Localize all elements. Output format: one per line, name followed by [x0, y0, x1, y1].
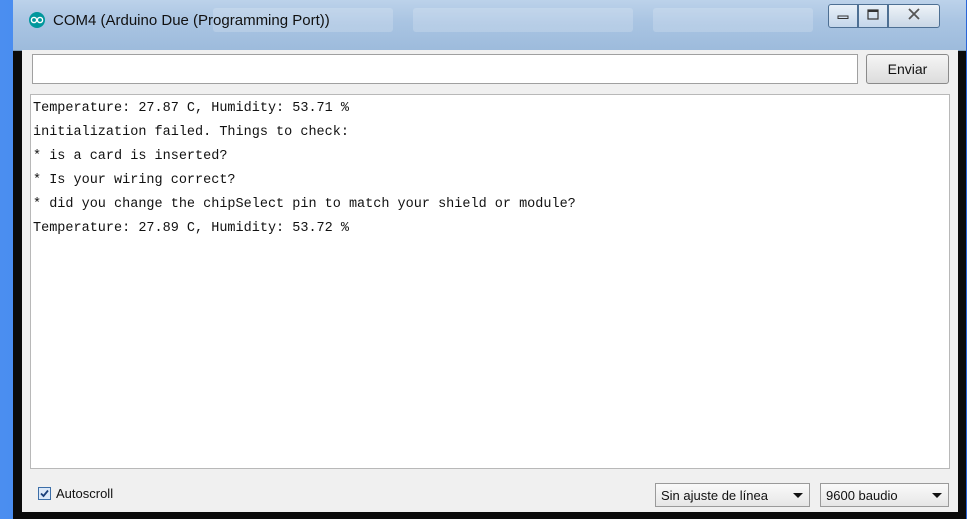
title-bar[interactable]: COM4 (Arduino Due (Programming Port)) — [13, 0, 966, 51]
output-line: Temperature: 27.87 C, Humidity: 53.71 % — [33, 101, 349, 116]
close-button[interactable] — [888, 4, 940, 28]
background-window-ghost — [653, 8, 813, 32]
status-bar: Autoscroll Sin ajuste de línea 9600 baud… — [22, 475, 958, 512]
output-line: Temperature: 27.89 C, Humidity: 53.72 % — [33, 221, 349, 236]
baud-rate-value: 9600 baudio — [826, 487, 898, 503]
background-window-ghost — [413, 8, 633, 32]
line-ending-value: Sin ajuste de línea — [661, 487, 768, 503]
window-title: COM4 (Arduino Due (Programming Port)) — [53, 12, 330, 29]
maximize-icon — [867, 7, 879, 25]
line-ending-select[interactable]: Sin ajuste de línea — [655, 483, 810, 507]
minimize-icon — [837, 7, 849, 25]
minimize-button[interactable] — [828, 4, 858, 28]
close-icon — [907, 7, 921, 25]
send-input[interactable] — [32, 54, 858, 84]
chevron-down-icon — [793, 493, 803, 498]
baud-rate-select[interactable]: 9600 baudio — [820, 483, 949, 507]
autoscroll-label: Autoscroll — [56, 486, 114, 501]
output-line: initialization failed. Things to check: — [33, 125, 349, 140]
serial-monitor-client: Enviar Temperature: 27.87 C, Humidity: 5… — [22, 50, 958, 512]
serial-monitor-window: COM4 (Arduino Due (Programming Port)) En… — [13, 0, 966, 519]
autoscroll-checkbox[interactable] — [38, 487, 51, 500]
serial-output[interactable]: Temperature: 27.87 C, Humidity: 53.71 % … — [30, 94, 950, 469]
autoscroll-option[interactable]: Autoscroll — [38, 486, 113, 501]
output-line: * is a card is inserted? — [33, 149, 228, 164]
checkmark-icon — [40, 489, 49, 498]
output-line: * did you change the chipSelect pin to m… — [33, 197, 576, 212]
output-line: * Is your wiring correct? — [33, 173, 236, 188]
send-button[interactable]: Enviar — [866, 54, 949, 84]
maximize-button[interactable] — [858, 4, 888, 28]
chevron-down-icon — [932, 493, 942, 498]
arduino-infinity-icon — [27, 12, 47, 28]
